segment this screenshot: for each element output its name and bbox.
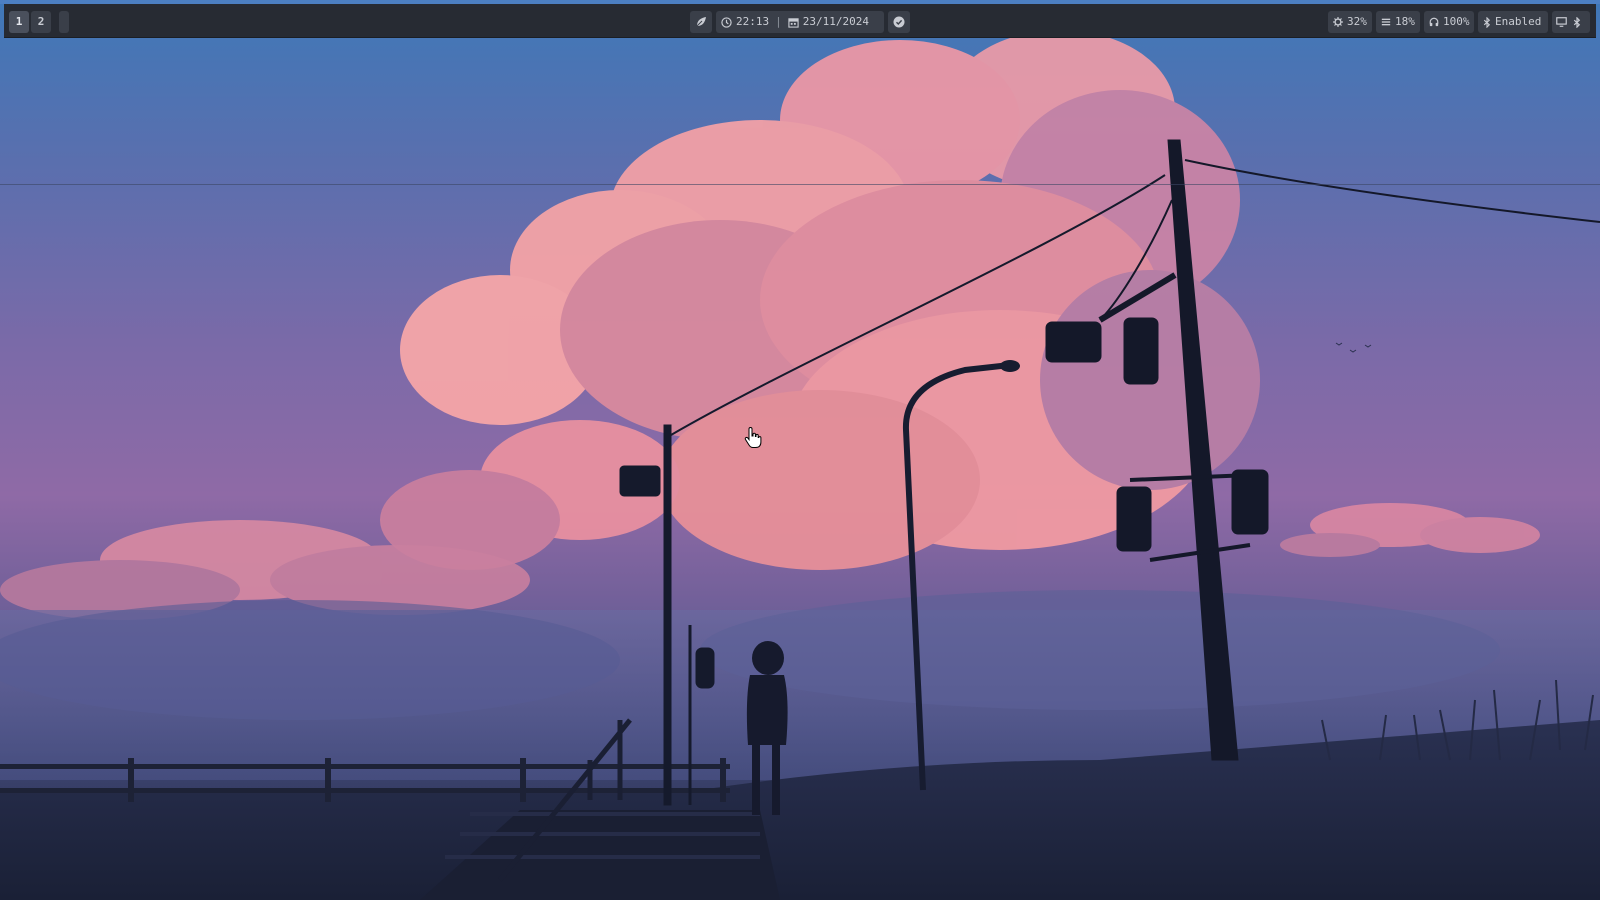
clock-date-widget[interactable]: 22:13 | 23/11/2024 (716, 11, 884, 33)
memory-widget[interactable]: 18% (1376, 11, 1420, 33)
check-circle-icon (893, 16, 905, 28)
leaf-icon (695, 16, 707, 28)
launcher-button[interactable] (690, 11, 712, 33)
workspace-1-button[interactable]: 1 (9, 11, 29, 33)
wallpaper-image (0, 30, 1600, 900)
selection-line (0, 184, 1600, 185)
desktop: 1 2 22:13 | 23/11/2024 32% 18% 100% Enab… (0, 0, 1600, 900)
cpu-icon (1333, 17, 1343, 27)
status-check-button[interactable] (888, 11, 910, 33)
workspace-2-label: 2 (37, 15, 45, 28)
bluetooth-icon (1483, 16, 1491, 28)
clock-separator: | (775, 15, 782, 28)
cpu-value: 32% (1347, 15, 1367, 28)
volume-value: 100% (1443, 15, 1470, 28)
volume-widget[interactable]: 100% (1424, 11, 1474, 33)
bluetooth-tray-icon[interactable] (1573, 16, 1581, 28)
workspace-indicator (59, 11, 69, 33)
workspace-2-button[interactable]: 2 (31, 11, 51, 33)
system-tray (1552, 11, 1590, 33)
clock-icon (721, 16, 732, 28)
top-status-bar: 1 2 22:13 | 23/11/2024 32% 18% 100% Enab… (4, 4, 1596, 38)
monitor-icon[interactable] (1556, 17, 1567, 27)
bluetooth-status-widget[interactable]: Enabled (1478, 11, 1548, 33)
date-value: 23/11/2024 (802, 15, 869, 28)
cpu-widget[interactable]: 32% (1328, 11, 1372, 33)
calendar-icon (788, 17, 799, 28)
memory-value: 18% (1395, 15, 1415, 28)
hand-pointer-cursor-icon (744, 427, 762, 448)
memory-icon (1381, 17, 1391, 27)
workspace-1-label: 1 (15, 15, 23, 28)
headphones-icon (1429, 17, 1439, 27)
clock-time: 22:13 (736, 15, 770, 28)
bluetooth-status-value: Enabled (1495, 15, 1542, 28)
